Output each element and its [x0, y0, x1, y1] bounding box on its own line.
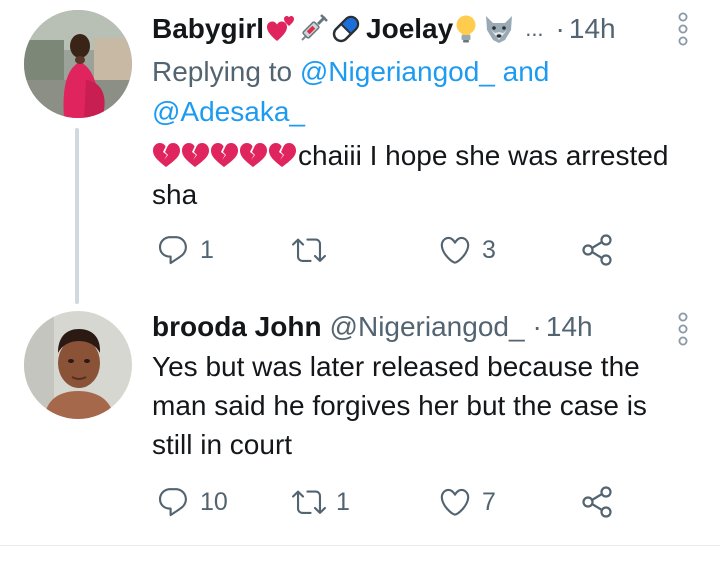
timestamp[interactable]: 14h [569, 13, 616, 45]
reply-icon [158, 488, 187, 517]
user-handle[interactable]: @Nigeriangod_ [330, 311, 525, 343]
avatar[interactable] [24, 311, 132, 419]
mention-link[interactable]: @Nigeriangod_ [300, 56, 495, 87]
reply-thread: Babygirl Joelay ... · 14h Replying to @N… [0, 0, 720, 566]
more-options-icon[interactable] [676, 12, 690, 46]
like-count: 7 [482, 487, 496, 516]
reply-button[interactable]: 10 [156, 482, 228, 522]
tweet-text: chaiii I hope she was arrested sha [152, 136, 692, 214]
separator: · [532, 311, 542, 342]
tweet-text: Yes but was later released because the m… [152, 347, 692, 464]
avatar[interactable] [24, 10, 132, 118]
more-options-icon[interactable] [676, 312, 690, 346]
share-icon [582, 234, 612, 266]
share-icon [582, 486, 612, 518]
pill-icon [330, 14, 362, 44]
retweet-icon [292, 490, 326, 514]
share-button[interactable] [580, 230, 614, 270]
retweet-button[interactable] [292, 230, 336, 270]
light-bulb-icon [455, 14, 477, 44]
wolf-face-icon [483, 14, 515, 44]
reply-count: 1 [200, 235, 214, 264]
tweet-text-line: sha [152, 179, 198, 210]
separator: · [555, 13, 565, 44]
display-name[interactable]: brooda John [152, 311, 322, 343]
syringe-icon [298, 14, 328, 44]
tweet[interactable]: Babygirl Joelay ... · 14h Replying to @N… [0, 0, 720, 304]
tweet-text-line: still in court [152, 429, 293, 460]
display-name[interactable]: Babygirl [152, 13, 264, 45]
heart-icon [440, 236, 470, 264]
replying-to-label: Replying to [152, 56, 293, 87]
like-button[interactable]: 3 [438, 230, 496, 270]
retweet-button[interactable]: 1 [292, 482, 350, 522]
heart-icon [440, 488, 470, 516]
broken-heart-icons [152, 141, 298, 169]
tweet-text-line: man said he forgives her but the case is [152, 390, 647, 421]
retweet-count: 1 [336, 487, 350, 516]
like-button[interactable]: 7 [438, 482, 496, 522]
like-count: 3 [482, 235, 496, 264]
tweet-text-line: chaiii I hope she was arrested [298, 140, 669, 171]
divider [0, 545, 720, 546]
tweet-text-line: Yes but was later released because the [152, 351, 640, 382]
replying-to: Replying to @Nigeriangod_ and @Adesaka_ [152, 52, 612, 132]
tweet-header: brooda John @Nigeriangod_ · 14h [152, 308, 690, 346]
reply-icon [158, 236, 187, 265]
name-truncation: ... [525, 16, 544, 41]
avatar-photo [24, 311, 132, 419]
reply-count: 10 [200, 487, 228, 516]
thread-connector-line [75, 128, 79, 304]
tweet-header: Babygirl Joelay ... · 14h [152, 10, 690, 48]
reply-button[interactable]: 1 [156, 230, 214, 270]
share-button[interactable] [580, 482, 614, 522]
avatar-photo [24, 10, 132, 118]
tweet[interactable]: brooda John @Nigeriangod_ · 14h Yes but … [0, 300, 720, 544]
tweet-actions: 1 3 [152, 230, 672, 270]
mention-link[interactable]: @Adesaka_ [152, 96, 305, 127]
mention-conjunction: and [502, 56, 550, 87]
retweet-icon [292, 238, 326, 262]
broken-heart-icon [153, 143, 296, 167]
timestamp[interactable]: 14h [546, 311, 593, 343]
tweet-actions: 10 1 7 [152, 482, 672, 522]
display-name-part[interactable]: Joelay [366, 13, 453, 45]
two-hearts-icon [266, 14, 296, 44]
